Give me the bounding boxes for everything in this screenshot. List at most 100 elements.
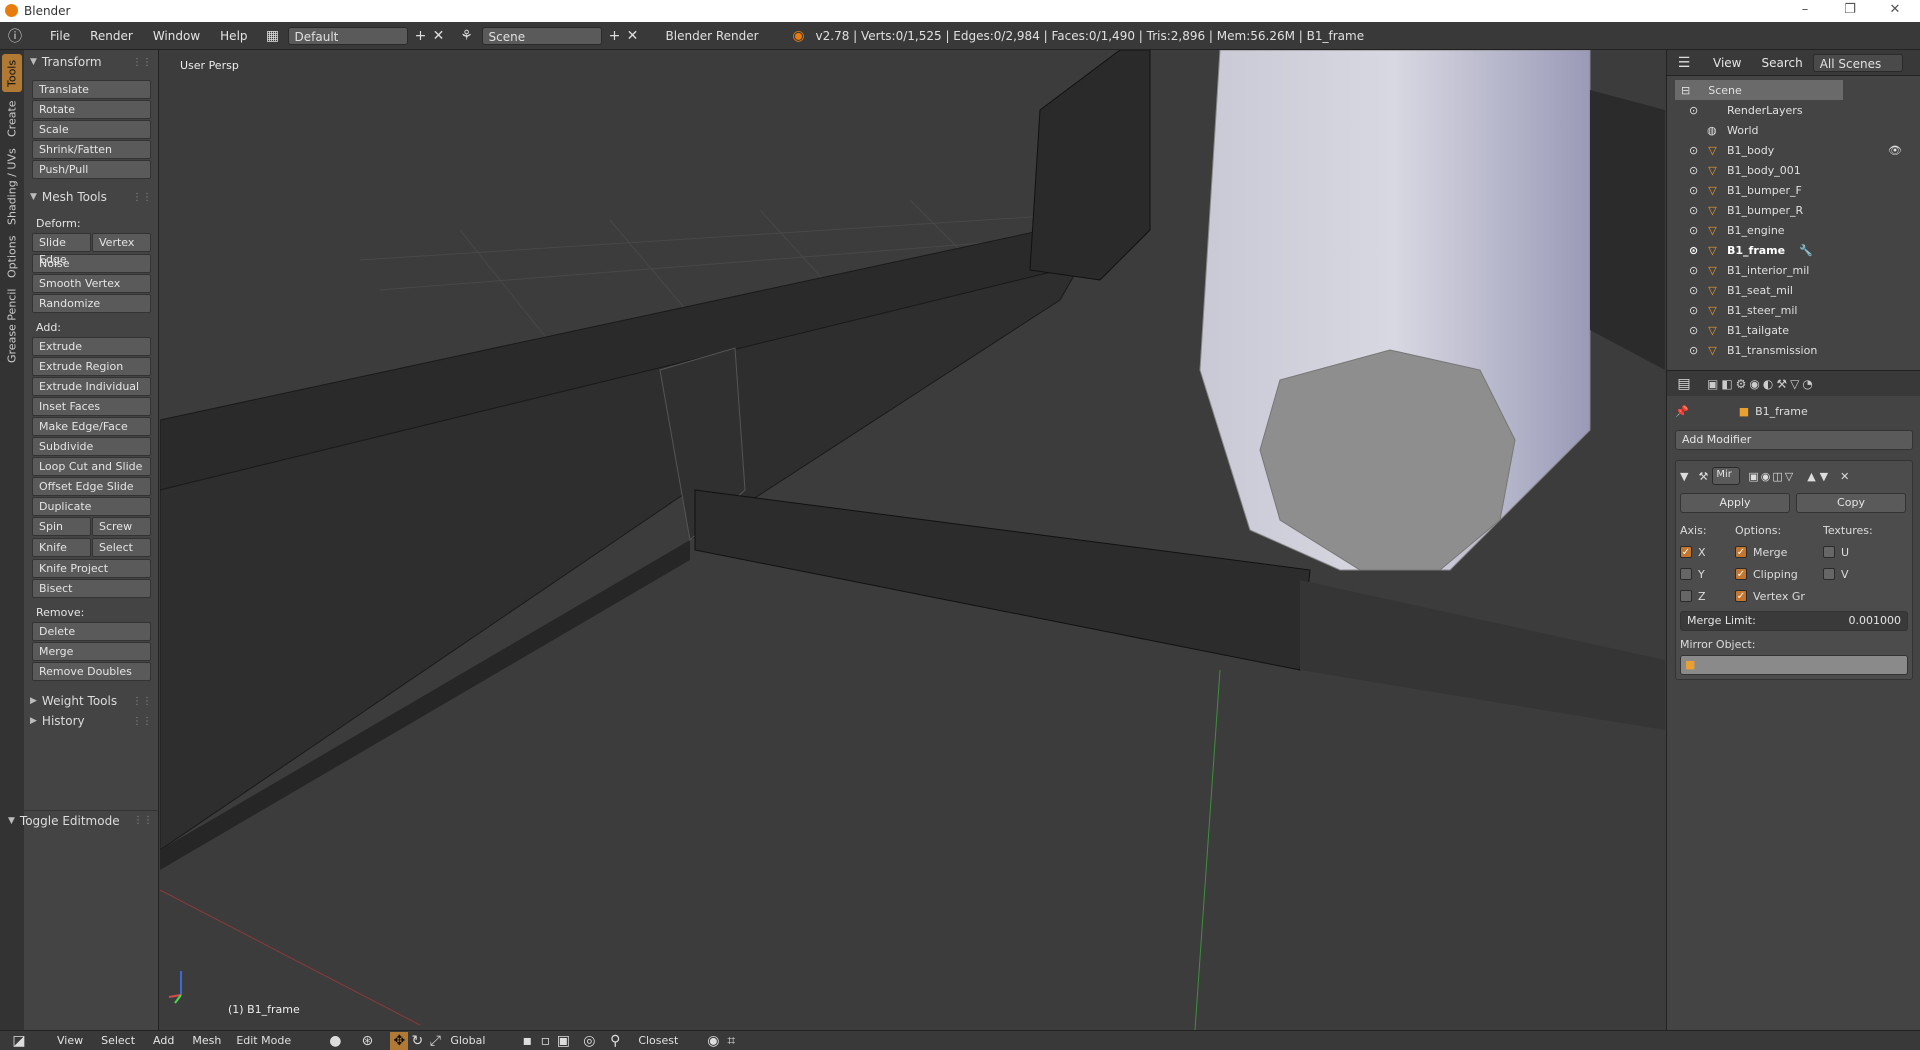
pin-icon[interactable]: 📌 bbox=[1675, 405, 1689, 418]
mirror-object-field[interactable]: ■ bbox=[1680, 655, 1908, 675]
extrude-individual-button[interactable]: Extrude Individual bbox=[32, 377, 151, 396]
axis-y-row[interactable]: Y bbox=[1680, 563, 1735, 585]
face-select-mode-icon[interactable]: ▣ bbox=[554, 1032, 572, 1050]
menu-help[interactable]: Help bbox=[210, 29, 257, 43]
3d-viewport[interactable] bbox=[160, 50, 1665, 1030]
add-layout-icon[interactable]: + bbox=[412, 27, 430, 45]
orientation-select[interactable]: Global bbox=[444, 1031, 509, 1050]
snap-toggle-icon[interactable]: ⚲ bbox=[606, 1032, 624, 1050]
checkbox-v[interactable] bbox=[1823, 568, 1835, 580]
mode-select[interactable]: Edit Mode bbox=[230, 1031, 319, 1050]
remove-doubles-button[interactable]: Remove Doubles bbox=[32, 662, 151, 681]
outliner-filter-select[interactable]: All Scenes bbox=[1812, 53, 1903, 72]
noise-button[interactable]: Noise bbox=[32, 254, 151, 273]
checkbox-merge[interactable]: ✓ bbox=[1735, 546, 1747, 558]
duplicate-button[interactable]: Duplicate bbox=[32, 497, 151, 516]
offset-edge-slide-button[interactable]: Offset Edge Slide bbox=[32, 477, 151, 496]
outliner-view-menu[interactable]: View bbox=[1703, 56, 1751, 70]
menu-window[interactable]: Window bbox=[143, 29, 210, 43]
texture-v-row[interactable]: V bbox=[1823, 563, 1903, 585]
copy-button[interactable]: Copy bbox=[1796, 493, 1906, 513]
snap-target-select[interactable]: Closest bbox=[632, 1031, 697, 1050]
toggle-editmode-panel-header[interactable]: ▼ Toggle Editmode ⋮⋮ bbox=[2, 810, 159, 830]
knife-project-button[interactable]: Knife Project bbox=[32, 559, 151, 578]
axis-z-row[interactable]: Z bbox=[1680, 585, 1735, 607]
outliner-object-row[interactable]: ⊙ ▽ B1_interior_mil bbox=[1667, 260, 1920, 280]
render-icon[interactable]: ◉ bbox=[704, 1032, 722, 1050]
restore-icon[interactable]: ❐ bbox=[1833, 0, 1867, 22]
tab-tools[interactable]: Tools bbox=[2, 54, 22, 92]
axis-x-row[interactable]: ✓ X bbox=[1680, 541, 1735, 563]
screw-button[interactable]: Screw bbox=[92, 517, 151, 536]
checkbox-z[interactable] bbox=[1680, 590, 1692, 602]
menu-file[interactable]: File bbox=[40, 29, 80, 43]
tab-grease-pencil[interactable]: Grease Pencil bbox=[2, 286, 22, 366]
add-scene-icon[interactable]: + bbox=[606, 27, 624, 45]
outliner-object-row[interactable]: ⊙ ▽ B1_bumper_R bbox=[1667, 200, 1920, 220]
scene-icon[interactable]: ⚘ bbox=[458, 27, 476, 45]
viewport-shading-icon[interactable]: ● bbox=[326, 1032, 344, 1050]
inset-faces-button[interactable]: Inset Faces bbox=[32, 397, 151, 416]
remove-scene-icon[interactable]: ✕ bbox=[624, 27, 642, 45]
tab-options[interactable]: Options bbox=[2, 232, 22, 282]
3d-view-editor-icon[interactable]: ◪ bbox=[10, 1032, 28, 1050]
outliner-object-row[interactable]: ⊙ ▽ B1_seat_mil bbox=[1667, 280, 1920, 300]
outliner-object-row[interactable]: ⊙ ▽ B1_transmission bbox=[1667, 340, 1920, 360]
menu-render[interactable]: Render bbox=[80, 29, 143, 43]
outliner-object-row[interactable]: ⊙ ▽ B1_engine bbox=[1667, 220, 1920, 240]
smooth-vertex-button[interactable]: Smooth Vertex bbox=[32, 274, 151, 293]
scale-button[interactable]: Scale bbox=[32, 120, 151, 139]
checkbox-x[interactable]: ✓ bbox=[1680, 546, 1692, 558]
screen-layout-icon[interactable]: ▦ bbox=[264, 27, 282, 45]
outliner-world-row[interactable]: ◍ World bbox=[1667, 120, 1920, 140]
apply-button[interactable]: Apply bbox=[1680, 493, 1790, 513]
manipulator-rotate-icon[interactable]: ↻ bbox=[408, 1032, 426, 1050]
outliner-object-row[interactable]: ⊙ ▽ B1_body 👁 bbox=[1667, 140, 1920, 160]
vertex-select-mode-icon[interactable]: ▪ bbox=[518, 1032, 536, 1050]
history-panel-header[interactable]: ▶ History ⋮⋮ bbox=[24, 711, 158, 731]
vertex-group-option-row[interactable]: ✓ Vertex Gr bbox=[1735, 585, 1823, 607]
tab-create[interactable]: Create bbox=[2, 96, 22, 142]
move-up-icon[interactable]: ▲ bbox=[1807, 470, 1815, 483]
proportional-edit-icon[interactable]: ◎ bbox=[580, 1032, 598, 1050]
collapse-icon[interactable]: ▼ bbox=[1680, 470, 1688, 483]
move-down-icon[interactable]: ▼ bbox=[1820, 470, 1828, 483]
pivot-point-icon[interactable]: ⊛ bbox=[358, 1032, 376, 1050]
manipulator-translate-icon[interactable]: ✥ bbox=[390, 1031, 409, 1050]
modifier-name-field[interactable]: Mir bbox=[1712, 467, 1741, 485]
bisect-button[interactable]: Bisect bbox=[32, 579, 151, 598]
outliner-object-row[interactable]: ⊙ ▽ B1_tailgate bbox=[1667, 320, 1920, 340]
checkbox-vertex-groups[interactable]: ✓ bbox=[1735, 590, 1747, 602]
subdivide-button[interactable]: Subdivide bbox=[32, 437, 151, 456]
loop-cut-button[interactable]: Loop Cut and Slide bbox=[32, 457, 151, 476]
outliner-active-object-row[interactable]: ⊙ ▽ B1_frame 🔧 bbox=[1667, 240, 1920, 260]
outliner-editor-icon[interactable]: ☰ bbox=[1675, 54, 1693, 72]
add-modifier-button[interactable]: Add Modifier bbox=[1675, 430, 1913, 450]
extrude-button[interactable]: Extrude bbox=[32, 337, 151, 356]
mesh-tools-panel-header[interactable]: ▼ Mesh Tools ⋮⋮ bbox=[24, 187, 158, 207]
outliner-renderlayers-row[interactable]: ⊙ RenderLayers bbox=[1667, 100, 1920, 120]
texture-u-row[interactable]: U bbox=[1823, 541, 1903, 563]
vertex-slide-button[interactable]: Vertex bbox=[92, 233, 151, 252]
outliner-search-menu[interactable]: Search bbox=[1751, 56, 1812, 70]
outliner-scene-row[interactable]: ⊟ Scene bbox=[1675, 80, 1843, 100]
spin-button[interactable]: Spin bbox=[32, 517, 91, 536]
bottom-menu-add[interactable]: Add bbox=[144, 1034, 183, 1047]
shrink-fatten-button[interactable]: Shrink/Fatten bbox=[32, 140, 151, 159]
checkbox-u[interactable] bbox=[1823, 546, 1835, 558]
properties-context-icons[interactable]: ▣◧⚙◉◐⚒▽◔ bbox=[1707, 377, 1816, 391]
render-engine-select[interactable]: Blender Render bbox=[659, 26, 772, 45]
properties-editor-icon[interactable]: ▤ bbox=[1675, 375, 1693, 393]
minimize-icon[interactable]: – bbox=[1788, 0, 1822, 22]
knife-button[interactable]: Knife bbox=[32, 538, 91, 557]
outliner-object-row[interactable]: ⊙ ▽ B1_bumper_F bbox=[1667, 180, 1920, 200]
bottom-menu-view[interactable]: View bbox=[48, 1034, 92, 1047]
bottom-menu-mesh[interactable]: Mesh bbox=[183, 1034, 230, 1047]
merge-limit-field[interactable]: Merge Limit: 0.001000 bbox=[1680, 611, 1908, 631]
bottom-menu-select[interactable]: Select bbox=[92, 1034, 144, 1047]
tab-shading-uvs[interactable]: Shading / UVs bbox=[2, 146, 22, 228]
checkbox-clipping[interactable]: ✓ bbox=[1735, 568, 1747, 580]
knife-select-button[interactable]: Select bbox=[92, 538, 151, 557]
rotate-button[interactable]: Rotate bbox=[32, 100, 151, 119]
camera-icon[interactable]: ⌗ bbox=[722, 1032, 740, 1050]
